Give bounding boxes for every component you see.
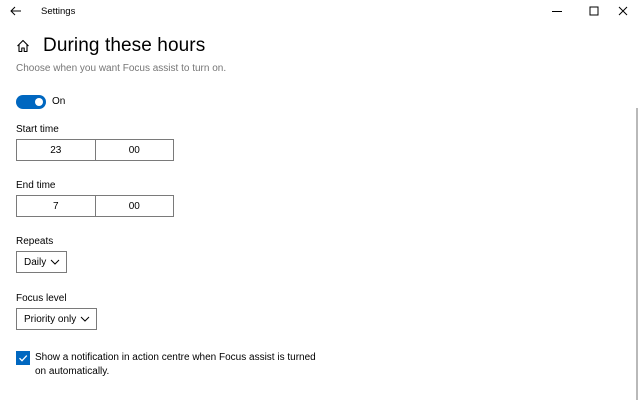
page-title: During these hours — [43, 35, 206, 56]
show-notification-label: Show a notification in action centre whe… — [35, 352, 316, 377]
show-notification-checkbox[interactable] — [16, 351, 30, 365]
start-time-hour[interactable]: 23 — [17, 140, 95, 160]
start-time-picker[interactable]: 23 00 — [16, 139, 174, 161]
back-arrow-icon — [10, 6, 21, 16]
title-bar: Settings — [0, 0, 640, 24]
focus-level-selected-value: Priority only — [24, 313, 77, 325]
start-time-minute[interactable]: 00 — [94, 140, 174, 160]
home-icon — [17, 39, 29, 53]
focus-level-label: Focus level — [16, 293, 67, 304]
repeats-selected-value: Daily — [24, 256, 47, 268]
repeats-dropdown[interactable]: Daily — [16, 251, 67, 273]
toggle-knob — [35, 98, 43, 106]
page-subtitle: Choose when you want Focus assist to tur… — [16, 63, 227, 74]
minimize-icon — [552, 11, 562, 12]
repeats-label: Repeats — [16, 236, 54, 247]
app-title: Settings — [41, 6, 76, 17]
home-button[interactable] — [16, 39, 30, 53]
toggle-state-label: On — [52, 96, 66, 107]
end-time-hour[interactable]: 7 — [17, 196, 95, 216]
back-button[interactable] — [4, 0, 28, 22]
maximize-icon — [589, 6, 599, 16]
settings-window: Settings During these hours Choose when … — [0, 0, 640, 400]
checkmark-icon — [19, 355, 28, 362]
close-icon — [618, 6, 628, 16]
end-time-label: End time — [16, 180, 56, 191]
focus-hours-toggle[interactable] — [16, 95, 46, 109]
focus-level-dropdown[interactable]: Priority only — [16, 308, 97, 330]
chevron-down-icon — [50, 259, 60, 265]
close-button[interactable] — [606, 0, 640, 22]
end-time-picker[interactable]: 7 00 — [16, 195, 174, 217]
chevron-down-icon — [80, 316, 90, 322]
start-time-label: Start time — [16, 124, 59, 135]
minimize-button[interactable] — [540, 0, 574, 22]
end-time-minute[interactable]: 00 — [94, 196, 174, 216]
vertical-scrollbar[interactable] — [636, 108, 638, 400]
